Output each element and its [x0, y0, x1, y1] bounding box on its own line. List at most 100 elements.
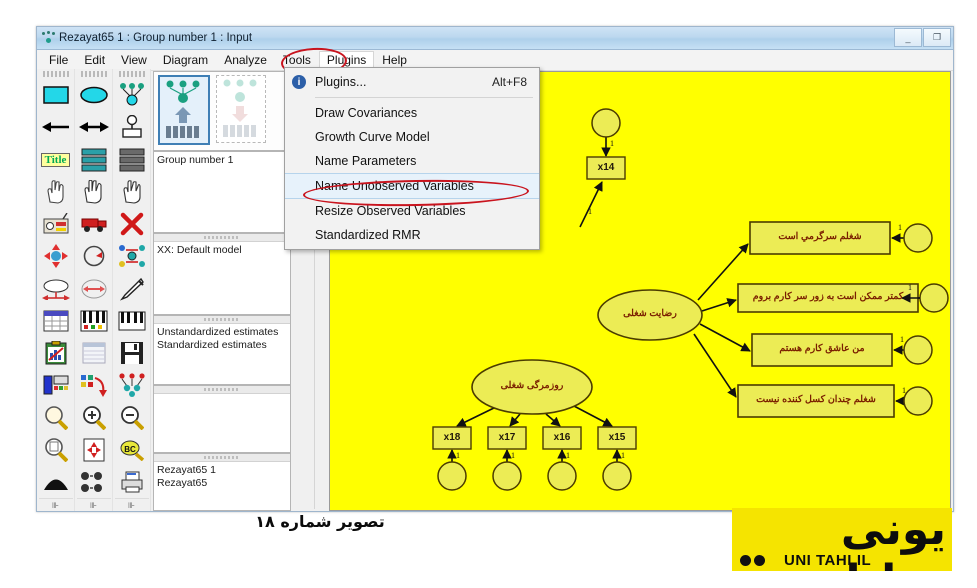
growth-curve-model-item[interactable]: Growth Curve Model: [285, 125, 539, 149]
files-pane[interactable]: Rezayat65 1 Rezayat65: [153, 453, 291, 511]
keyboard-icon[interactable]: [115, 305, 149, 337]
search-icon[interactable]: [39, 402, 73, 434]
background-window-title: [397, 30, 917, 45]
blank-pane-grip[interactable]: [154, 386, 290, 394]
files-pane-grip[interactable]: [154, 454, 290, 462]
show-abc-icon[interactable]: BC: [115, 434, 149, 466]
x-box-x15: [597, 426, 637, 450]
uni-tahlil-logo: یونی تحلیل UNI TAHLIL: [732, 508, 952, 571]
standardized-estimates-item[interactable]: Standardized estimates: [157, 339, 287, 352]
minimize-button[interactable]: _: [894, 28, 922, 47]
resize-observed-variables-item[interactable]: Resize Observed Variables: [285, 199, 539, 223]
deselect-all-objects-icon[interactable]: [115, 176, 149, 208]
thumbnail-input-view[interactable]: [158, 75, 210, 145]
toolbox-grip[interactable]: [80, 71, 107, 77]
model-pane-grip[interactable]: [154, 234, 290, 242]
preserve-symmetry-icon[interactable]: [39, 434, 73, 466]
restore-button[interactable]: ❐: [923, 28, 951, 47]
add-unique-variable-icon[interactable]: [115, 111, 149, 143]
unstandardized-estimates-item[interactable]: Unstandardized estimates: [157, 326, 287, 339]
x-box-x17: [487, 426, 527, 450]
toolbox-col2-overflow[interactable]: ⊪: [76, 498, 111, 511]
copy-to-clipboard-icon[interactable]: [77, 305, 111, 337]
toolbox-column-3: BC ⊪: [113, 69, 151, 511]
draw-covariances-item[interactable]: Draw Covariances: [285, 101, 539, 125]
path-label-9: 1: [566, 451, 570, 460]
indicator-box-2: [737, 283, 919, 313]
title-bar: Rezayat65 1 : Group number 1 : Input _ ❐: [37, 27, 953, 50]
path-label-4: 1: [908, 283, 912, 292]
zoom-in-icon[interactable]: [77, 402, 111, 434]
erase-objects-icon[interactable]: [115, 208, 149, 240]
list-variables-in-model-icon[interactable]: [77, 143, 111, 175]
figure-caption-icon[interactable]: Title: [39, 143, 73, 175]
standardized-rmr-item[interactable]: Standardized RMR: [285, 223, 539, 247]
error-circle-e17: [492, 461, 522, 491]
estimates-pane[interactable]: Unstandardized estimates Standardized es…: [153, 315, 291, 385]
zoom-out-icon[interactable]: [115, 402, 149, 434]
degrees-of-freedom-icon[interactable]: [77, 466, 111, 498]
object-properties-icon[interactable]: [39, 369, 73, 401]
amos-icon: [41, 31, 55, 45]
path-routine-to-x15: [573, 405, 613, 427]
path-label-6: 1: [902, 386, 906, 395]
menu-file[interactable]: File: [41, 51, 76, 69]
select-one-object-icon[interactable]: [39, 176, 73, 208]
draw-path-icon[interactable]: [39, 111, 73, 143]
draw-latent-with-indicators-icon[interactable]: [115, 79, 149, 111]
toolbox-col1-overflow[interactable]: ⊪: [38, 498, 73, 511]
bayesian-icon[interactable]: [39, 466, 73, 498]
thumbnail-output-view[interactable]: [216, 75, 266, 143]
name-unobserved-variables-item[interactable]: Name Unobserved Variables: [285, 173, 539, 199]
toolbox-column-1: Title ⊪: [37, 69, 75, 511]
view-table-output-icon[interactable]: [39, 305, 73, 337]
plugins-dialog-item[interactable]: i Plugins... Alt+F8: [285, 70, 539, 94]
menu-view[interactable]: View: [113, 51, 155, 69]
indicator-box-1: [749, 221, 891, 255]
model-fit-icon[interactable]: [115, 369, 149, 401]
toolbox: Title ⊪ ⊪ BC ⊪: [37, 69, 151, 511]
file-item-1[interactable]: Rezayat65 1: [157, 464, 287, 477]
duplicate-objects-icon[interactable]: [77, 208, 111, 240]
reflect-indicators-icon[interactable]: [77, 240, 111, 272]
toolbox-col3-overflow[interactable]: ⊪: [114, 498, 149, 511]
error-circle-e2: [919, 283, 949, 313]
save-icon[interactable]: [115, 337, 149, 369]
growth-curve-model-label: Growth Curve Model: [315, 130, 430, 144]
window-buttons: _ ❐: [894, 28, 951, 47]
rotate-indicators-icon[interactable]: [39, 272, 73, 304]
x-box-x16: [542, 426, 582, 450]
draw-observed-variable-icon[interactable]: [39, 79, 73, 111]
estimates-pane-grip[interactable]: [154, 316, 290, 324]
toolbox-grip[interactable]: [118, 71, 145, 77]
path-label-1: 1: [610, 139, 614, 148]
draw-unobserved-variable-icon[interactable]: [77, 79, 111, 111]
group-pane[interactable]: Group number 1: [153, 151, 291, 233]
menu-analyze[interactable]: Analyze: [216, 51, 275, 69]
name-parameters-item[interactable]: Name Parameters: [285, 149, 539, 173]
list-variables-in-dataset-icon[interactable]: [39, 208, 73, 240]
menu-edit[interactable]: Edit: [76, 51, 113, 69]
analysis-properties-icon[interactable]: [39, 337, 73, 369]
touch-up-variable-icon[interactable]: [115, 272, 149, 304]
select-all-objects-icon[interactable]: [77, 176, 111, 208]
move-objects-icon[interactable]: [39, 240, 73, 272]
model-pane[interactable]: XX: Default model: [153, 233, 291, 315]
blank-pane[interactable]: [153, 385, 291, 453]
resize-diagram-icon[interactable]: [77, 434, 111, 466]
error-circle-e15: [602, 461, 632, 491]
shape-change-icon[interactable]: [77, 272, 111, 304]
print-icon[interactable]: [115, 466, 149, 498]
toolbox-column-2: ⊪: [75, 69, 113, 511]
error-circle-e16: [547, 461, 577, 491]
menu-diagram[interactable]: Diagram: [155, 51, 216, 69]
draw-covariance-icon[interactable]: [77, 111, 111, 143]
path-label-7: 1: [456, 451, 460, 460]
text-output-icon[interactable]: [77, 337, 111, 369]
plugins-dropdown-menu[interactable]: i Plugins... Alt+F8 Draw Covariances Gro…: [284, 67, 540, 250]
change-structure-icon[interactable]: [115, 240, 149, 272]
multiple-group-icon[interactable]: [77, 369, 111, 401]
toolbox-grip[interactable]: [42, 71, 69, 77]
list-all-icon[interactable]: [115, 143, 149, 175]
file-item-2[interactable]: Rezayat65: [157, 477, 287, 490]
